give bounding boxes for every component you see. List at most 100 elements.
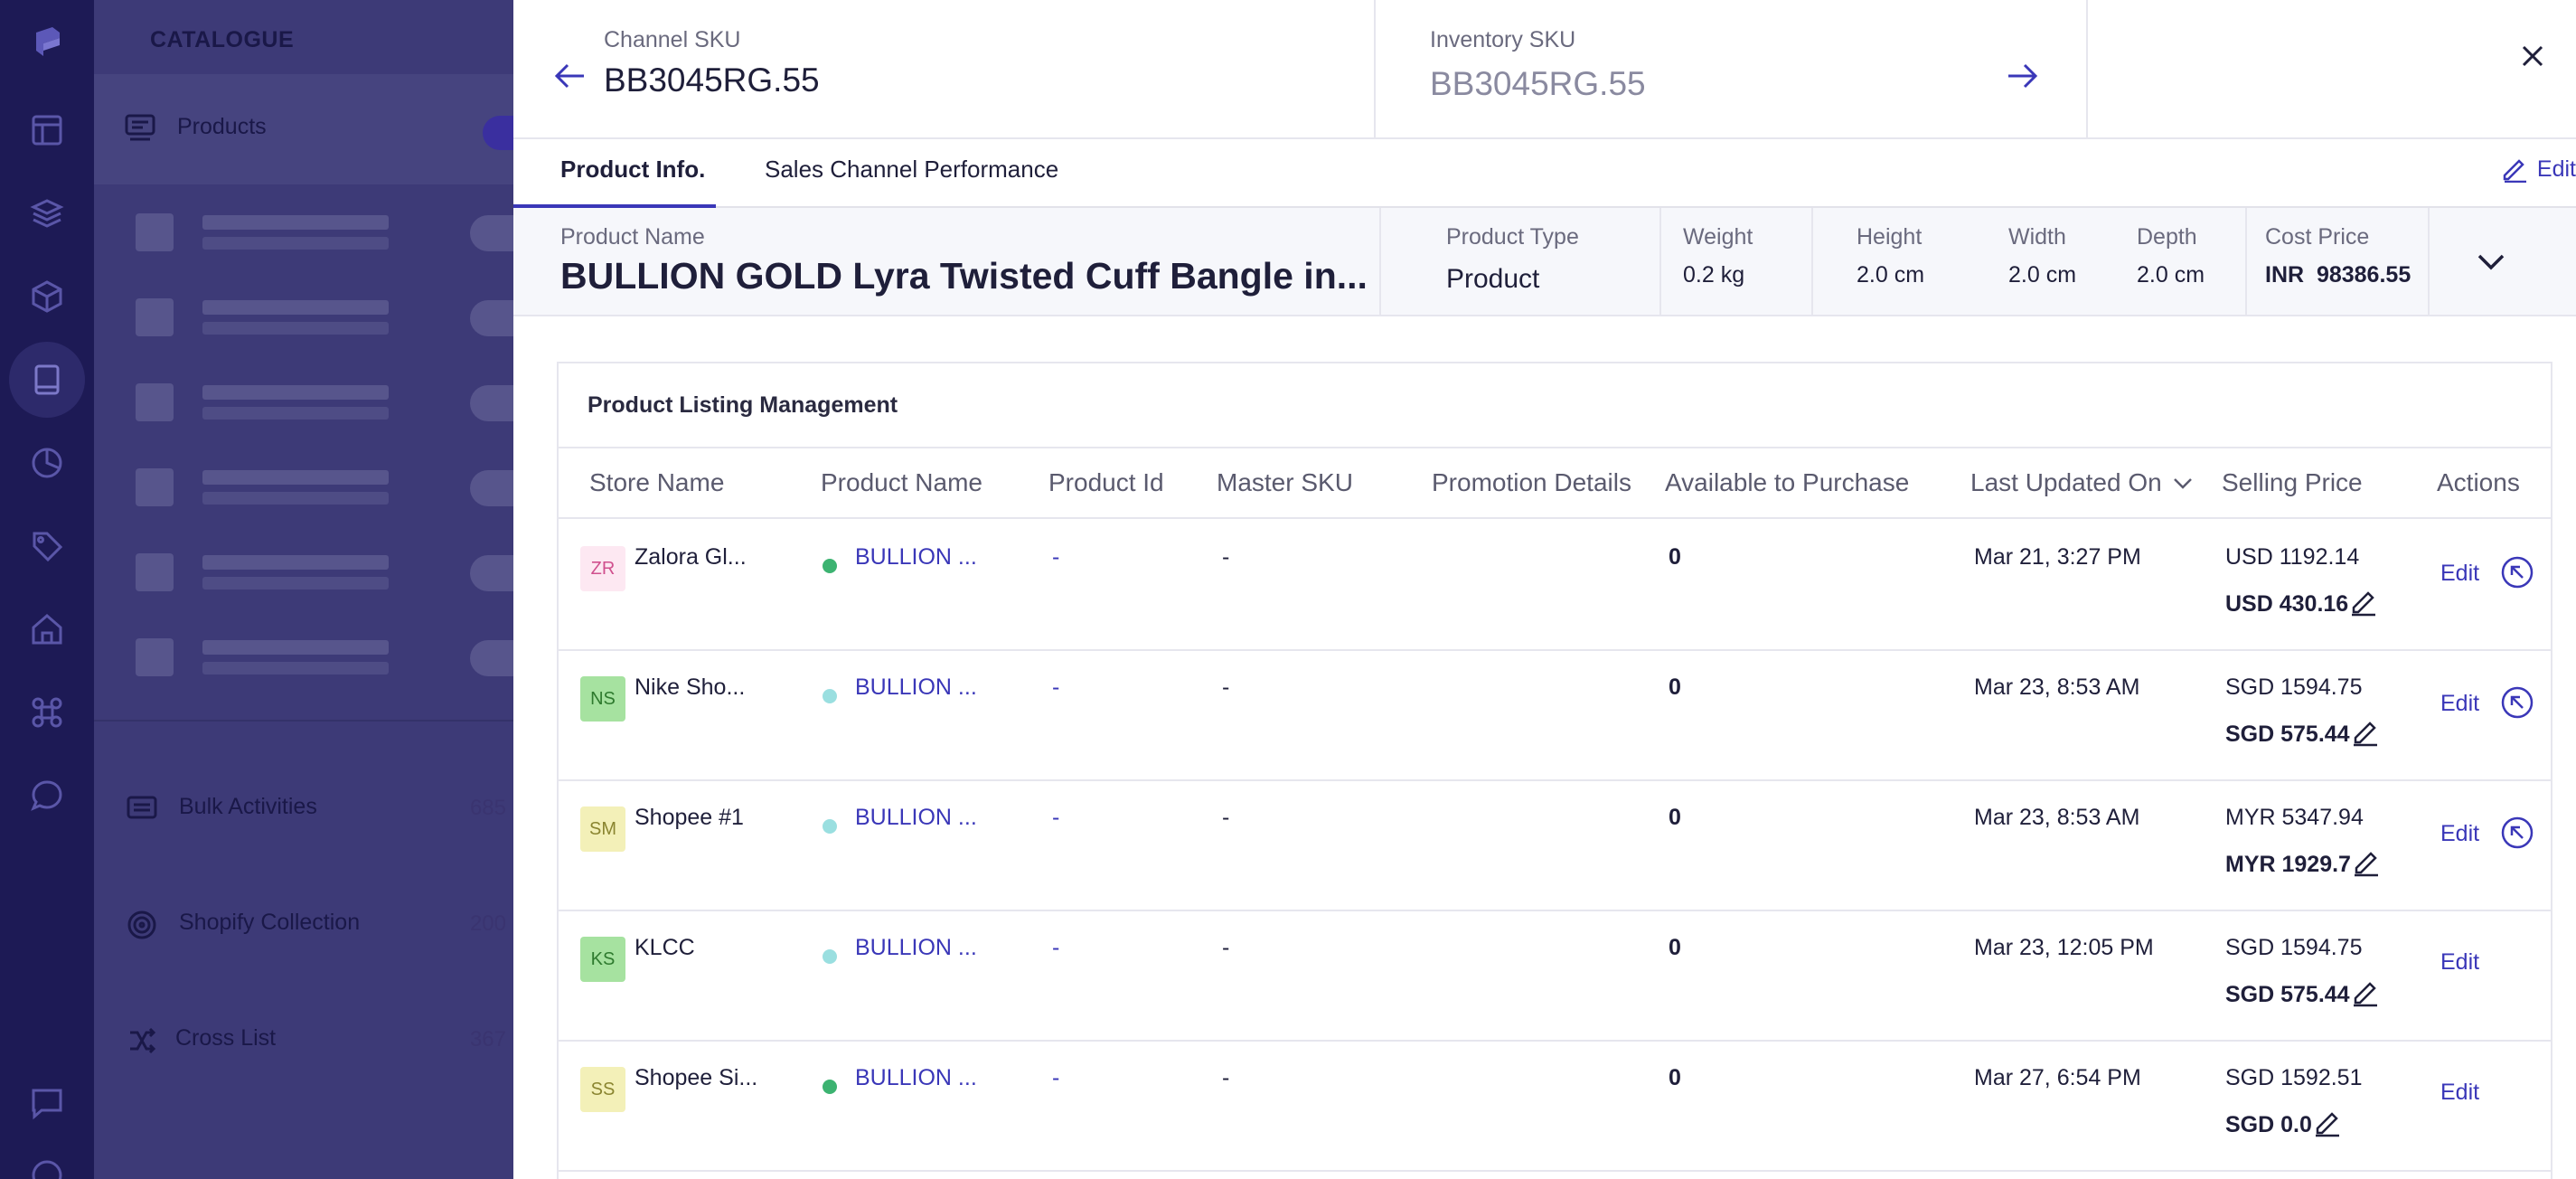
- edit-price-icon[interactable]: [2314, 1108, 2341, 1144]
- sidebar-item-label: Cross List: [175, 1025, 277, 1051]
- tab-product-info[interactable]: Product Info.: [560, 156, 705, 184]
- selling-price: MYR 5347.94: [2225, 805, 2364, 830]
- external-link-icon[interactable]: [2500, 685, 2534, 724]
- sort-chevron-icon[interactable]: [2173, 477, 2193, 495]
- edit-price-icon[interactable]: [2352, 718, 2379, 753]
- box-icon[interactable]: [20, 269, 74, 324]
- edit-price-icon[interactable]: [2352, 978, 2379, 1014]
- product-id: -: [1052, 1065, 1060, 1090]
- col-store-name[interactable]: Store Name: [589, 468, 724, 497]
- col-last-updated-on[interactable]: Last Updated On: [1970, 468, 2162, 497]
- status-dot: [823, 819, 837, 834]
- chevron-down-icon[interactable]: [2471, 242, 2511, 282]
- col-selling-price[interactable]: Selling Price: [2222, 468, 2363, 497]
- table-row: SS Shopee Si... BULLION ... - - 0 Mar 27, 6:54…: [559, 1042, 2551, 1172]
- help-icon[interactable]: [20, 1148, 74, 1179]
- message-icon[interactable]: [20, 1076, 74, 1130]
- col-product-id[interactable]: Product Id: [1048, 468, 1164, 497]
- channel-sku-value: BB3045RG.55: [604, 61, 820, 99]
- sidebar-item-label: Shopify Collection: [179, 910, 361, 935]
- product-name-link[interactable]: BULLION ...: [855, 805, 977, 831]
- catalogue-icon[interactable]: [9, 342, 85, 418]
- product-name-link[interactable]: BULLION ...: [855, 935, 977, 961]
- channel-sku-label: Channel SKU: [604, 27, 741, 52]
- external-link-icon[interactable]: [2500, 816, 2534, 854]
- table-row: KS KLCC BULLION ... - - 0 Mar 23, 12:05 PM SGD …: [559, 911, 2551, 1042]
- col-promotion-details[interactable]: Promotion Details: [1432, 468, 1631, 497]
- col-available-to-purchase[interactable]: Available to Purchase: [1665, 468, 1909, 497]
- store-name: Zalora Gl...: [635, 544, 747, 570]
- product-name-value: BULLION GOLD Lyra Twisted Cuff Bangle in…: [560, 255, 1368, 297]
- tag-icon[interactable]: [20, 519, 74, 573]
- inventory-sku-cell: Inventory SKU BB3045RG.55: [1376, 0, 2088, 139]
- chat-icon[interactable]: [20, 769, 74, 823]
- table-row: ZR Zalora Gl... BULLION ... - - 0 Mar 21, 3:27…: [559, 521, 2551, 651]
- sidebar-item-count: 367: [469, 1027, 506, 1052]
- inventory-sku-label: Inventory SKU: [1430, 27, 1576, 52]
- dashboard-icon[interactable]: [20, 103, 74, 157]
- height-value: 2.0 cm: [1857, 262, 1925, 288]
- last-updated: Mar 23, 8:53 AM: [1974, 805, 2140, 830]
- tab-sales-channel-performance[interactable]: Sales Channel Performance: [765, 156, 1058, 184]
- attr-product-type: Product Type Product: [1381, 208, 1661, 315]
- channel-sku-cell: Channel SKU BB3045RG.55: [513, 0, 1376, 139]
- store-name: KLCC: [635, 935, 695, 960]
- sale-price: USD 430.16: [2225, 588, 2377, 623]
- store-badge: KS: [580, 937, 625, 982]
- sidebar-item-shopify-collection[interactable]: Shopify Collection 200: [127, 906, 513, 942]
- close-icon[interactable]: [2515, 38, 2551, 74]
- sidebar-item-products[interactable]: Products: [94, 74, 513, 184]
- product-name-link[interactable]: BULLION ...: [855, 544, 977, 571]
- available-to-purchase: 0: [1669, 674, 1681, 700]
- product-id: -: [1052, 805, 1060, 830]
- width-value: 2.0 cm: [2008, 262, 2077, 288]
- master-sku: -: [1222, 935, 1230, 960]
- sale-price: SGD 575.44: [2225, 978, 2379, 1014]
- col-master-sku[interactable]: Master SKU: [1217, 468, 1353, 497]
- nav-rail: [0, 0, 94, 1179]
- row-edit-button[interactable]: Edit: [2440, 1080, 2479, 1106]
- sidebar-heading: CATALOGUE: [150, 27, 295, 52]
- command-icon[interactable]: [20, 685, 74, 740]
- attr-weight: Weight 0.2 kg: [1661, 208, 1813, 315]
- product-id: -: [1052, 935, 1060, 960]
- layers-icon[interactable]: [20, 186, 74, 241]
- status-dot: [823, 689, 837, 703]
- logo-icon[interactable]: [20, 14, 74, 69]
- last-updated: Mar 23, 12:05 PM: [1974, 935, 2154, 960]
- product-name-link[interactable]: BULLION ...: [855, 674, 977, 701]
- forward-arrow-icon[interactable]: [2005, 58, 2041, 94]
- product-id: -: [1052, 674, 1060, 700]
- inventory-sku-value: BB3045RG.55: [1430, 65, 1646, 102]
- skeleton-row: [136, 380, 542, 425]
- edit-product-button[interactable]: Edit: [2501, 156, 2576, 183]
- home-icon[interactable]: [20, 602, 74, 656]
- edit-price-icon[interactable]: [2353, 848, 2380, 883]
- row-edit-button[interactable]: Edit: [2440, 561, 2479, 587]
- master-sku: -: [1222, 674, 1230, 700]
- cost-price-value: INR 98386.55: [2265, 262, 2411, 288]
- product-name-link[interactable]: BULLION ...: [855, 1065, 977, 1091]
- skeleton-row: [136, 295, 542, 340]
- sale-price: SGD 0.0: [2225, 1108, 2341, 1144]
- shuffle-icon: [130, 1027, 156, 1054]
- sidebar-item-bulk-activities[interactable]: Bulk Activities 685: [127, 790, 513, 826]
- last-updated: Mar 21, 3:27 PM: [1974, 544, 2141, 570]
- row-edit-button[interactable]: Edit: [2440, 821, 2479, 847]
- row-edit-button[interactable]: Edit: [2440, 949, 2479, 976]
- sidebar-item-cross-list[interactable]: Cross List 367: [127, 1022, 513, 1058]
- back-arrow-icon[interactable]: [551, 58, 588, 94]
- analytics-icon[interactable]: [20, 436, 74, 490]
- edit-price-icon[interactable]: [2350, 588, 2377, 623]
- store-badge: SS: [580, 1067, 625, 1112]
- skeleton-row: [136, 635, 542, 680]
- store-badge: NS: [580, 676, 625, 722]
- available-to-purchase: 0: [1669, 805, 1681, 830]
- bulk-icon: [127, 796, 157, 819]
- available-to-purchase: 0: [1669, 1065, 1681, 1090]
- listing-table-header: Store Name Product Name Product Id Maste…: [559, 447, 2551, 519]
- list-icon: [125, 114, 155, 146]
- col-product-name[interactable]: Product Name: [821, 468, 982, 497]
- external-link-icon[interactable]: [2500, 555, 2534, 594]
- row-edit-button[interactable]: Edit: [2440, 691, 2479, 717]
